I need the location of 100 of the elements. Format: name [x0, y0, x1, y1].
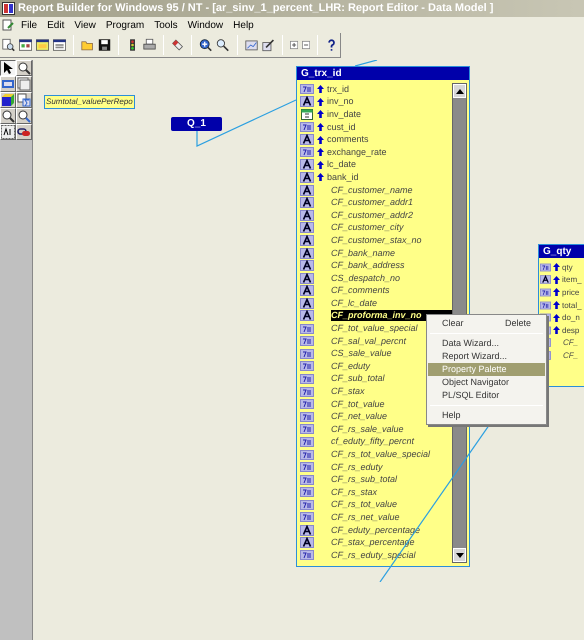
- column-name[interactable]: comments: [327, 134, 375, 146]
- column-name[interactable]: item_: [562, 274, 582, 286]
- text-type-icon: [300, 272, 314, 284]
- column-name[interactable]: CF_tot_value_special: [331, 323, 424, 334]
- number-type-icon: [300, 500, 314, 510]
- menu-item[interactable]: View: [71, 18, 99, 32]
- column-name[interactable]: CF_: [563, 350, 578, 361]
- text-type-icon: [300, 172, 314, 183]
- column-name[interactable]: CF_rs_tot_value_special: [331, 449, 436, 460]
- plus-icon[interactable]: [290, 40, 298, 50]
- column-name[interactable]: CF_customer_name: [331, 184, 419, 196]
- menu-item[interactable]: Tools: [151, 18, 181, 32]
- column-name[interactable]: trx_id: [327, 84, 356, 95]
- text-type-icon: [300, 310, 314, 322]
- menu-item[interactable]: File: [18, 18, 40, 32]
- column-name[interactable]: cust_id: [327, 122, 362, 133]
- column-name[interactable]: CF_stax: [331, 386, 371, 398]
- column-name[interactable]: CF_customer_addr2: [331, 210, 420, 221]
- number-type-icon: [300, 450, 314, 460]
- form-icon[interactable]: [53, 37, 66, 53]
- menu-option[interactable]: Help: [428, 409, 545, 422]
- column-name[interactable]: CF_rs_tot_value: [331, 499, 404, 510]
- column-name[interactable]: CF_eduty: [331, 360, 376, 372]
- column-name[interactable]: CS_sale_value: [331, 348, 398, 360]
- column-name[interactable]: CF_customer_stax_no: [331, 234, 428, 246]
- number-type-icon: [300, 147, 314, 158]
- column-name[interactable]: CF_bank_address: [331, 260, 411, 272]
- column-name[interactable]: CF_rs_sale_value: [331, 424, 410, 435]
- window-title: Report Builder for Windows 95 / NT - [ar_sinv_1_percent_LHR: Report Editor - Data Model ]: [18, 1, 494, 16]
- pencil-icon[interactable]: [262, 37, 275, 53]
- column-name[interactable]: bank_id: [327, 172, 365, 183]
- menu-option-label: Object Navigator: [442, 376, 510, 389]
- number-type-icon: [300, 122, 314, 132]
- magnifier-page-icon[interactable]: [2, 37, 16, 53]
- text-type-icon: [300, 524, 314, 536]
- column-name[interactable]: CF_rs_stax: [331, 486, 384, 498]
- column-name[interactable]: CF_customer_addr1: [331, 197, 420, 208]
- number-type-icon: [300, 324, 314, 334]
- column-name[interactable]: CF_rs_net_value: [331, 512, 406, 523]
- column-name[interactable]: inv_date: [327, 108, 368, 120]
- scroll-up-button[interactable]: [453, 84, 466, 98]
- tool-button[interactable]: [0, 60, 16, 76]
- column-name[interactable]: CF_lc_date: [331, 298, 384, 309]
- column-name[interactable]: cf_eduty_fifty_percnt: [331, 436, 420, 448]
- layout-icon[interactable]: [36, 37, 50, 53]
- shortcut-label: Delete: [504, 316, 531, 330]
- zoom-in-icon[interactable]: [199, 37, 212, 53]
- text-type-icon: [300, 222, 314, 234]
- number-type-icon: [300, 412, 314, 422]
- zoom-out-icon[interactable]: [216, 37, 230, 53]
- cube-icon: [1, 93, 15, 107]
- down-arrow-icon: [456, 552, 464, 558]
- text-type-icon: [300, 248, 314, 259]
- menu-item[interactable]: Help: [230, 18, 257, 32]
- column-name[interactable]: CF_rs_eduty: [331, 462, 389, 473]
- document-menu-icon[interactable]: [2, 19, 14, 31]
- menu-option-label: Property Palette: [442, 362, 507, 376]
- scroll-down-button[interactable]: [453, 548, 466, 562]
- number-type-icon: [540, 300, 551, 310]
- column-name[interactable]: CF_comments: [331, 285, 396, 296]
- column-name[interactable]: do_n: [562, 312, 580, 324]
- number-type-icon: [300, 361, 314, 372]
- document-stack-icon: [17, 77, 31, 91]
- column-name[interactable]: CF_sub_total: [331, 373, 391, 384]
- menu-item[interactable]: Edit: [44, 18, 68, 32]
- group-title: G_qty: [539, 245, 584, 258]
- column-name[interactable]: qty: [562, 262, 573, 273]
- link-icon: [17, 125, 31, 139]
- menu-option-label: Help: [442, 408, 461, 422]
- column-name[interactable]: exchange_rate: [327, 146, 393, 158]
- column-name[interactable]: CS_despatch_no: [331, 272, 406, 284]
- column-name[interactable]: CF_bank_name: [331, 248, 402, 259]
- column-name[interactable]: CF_net_value: [331, 411, 394, 422]
- column-name[interactable]: inv_no: [327, 96, 360, 108]
- data-model-icon[interactable]: [19, 37, 32, 53]
- number-type-icon: [300, 84, 314, 94]
- column-name[interactable]: CF_tot_value: [331, 398, 391, 410]
- app-icon: [2, 2, 15, 15]
- menu-item[interactable]: Program: [102, 18, 148, 32]
- text-type-icon: [300, 159, 314, 170]
- menu-option[interactable]: PL/SQL Editor: [428, 389, 545, 402]
- tool-button[interactable]: [0, 124, 16, 140]
- minus-icon[interactable]: [302, 40, 310, 50]
- column-name[interactable]: price: [562, 286, 580, 298]
- column-name[interactable]: total_: [562, 300, 582, 311]
- number-type-icon: [300, 436, 314, 447]
- text-type-icon: [300, 537, 314, 548]
- column-name[interactable]: CF_: [563, 337, 578, 348]
- menu-option-label: Data Wizard...: [442, 336, 500, 350]
- text-type-icon: [300, 197, 314, 208]
- menu-item[interactable]: Window: [184, 18, 226, 32]
- column-name[interactable]: desp: [562, 324, 580, 336]
- column-name[interactable]: CF_sal_val_percnt: [331, 336, 412, 347]
- number-type-icon: [300, 399, 314, 410]
- column-name[interactable]: CF_rs_sub_total: [331, 474, 404, 486]
- eraser-icon[interactable]: [171, 37, 184, 53]
- query-box[interactable]: Q_1: [171, 117, 222, 131]
- column-name[interactable]: lc_date: [327, 159, 362, 170]
- column-name[interactable]: CF_customer_city: [331, 222, 410, 234]
- number-type-icon: [540, 262, 551, 272]
